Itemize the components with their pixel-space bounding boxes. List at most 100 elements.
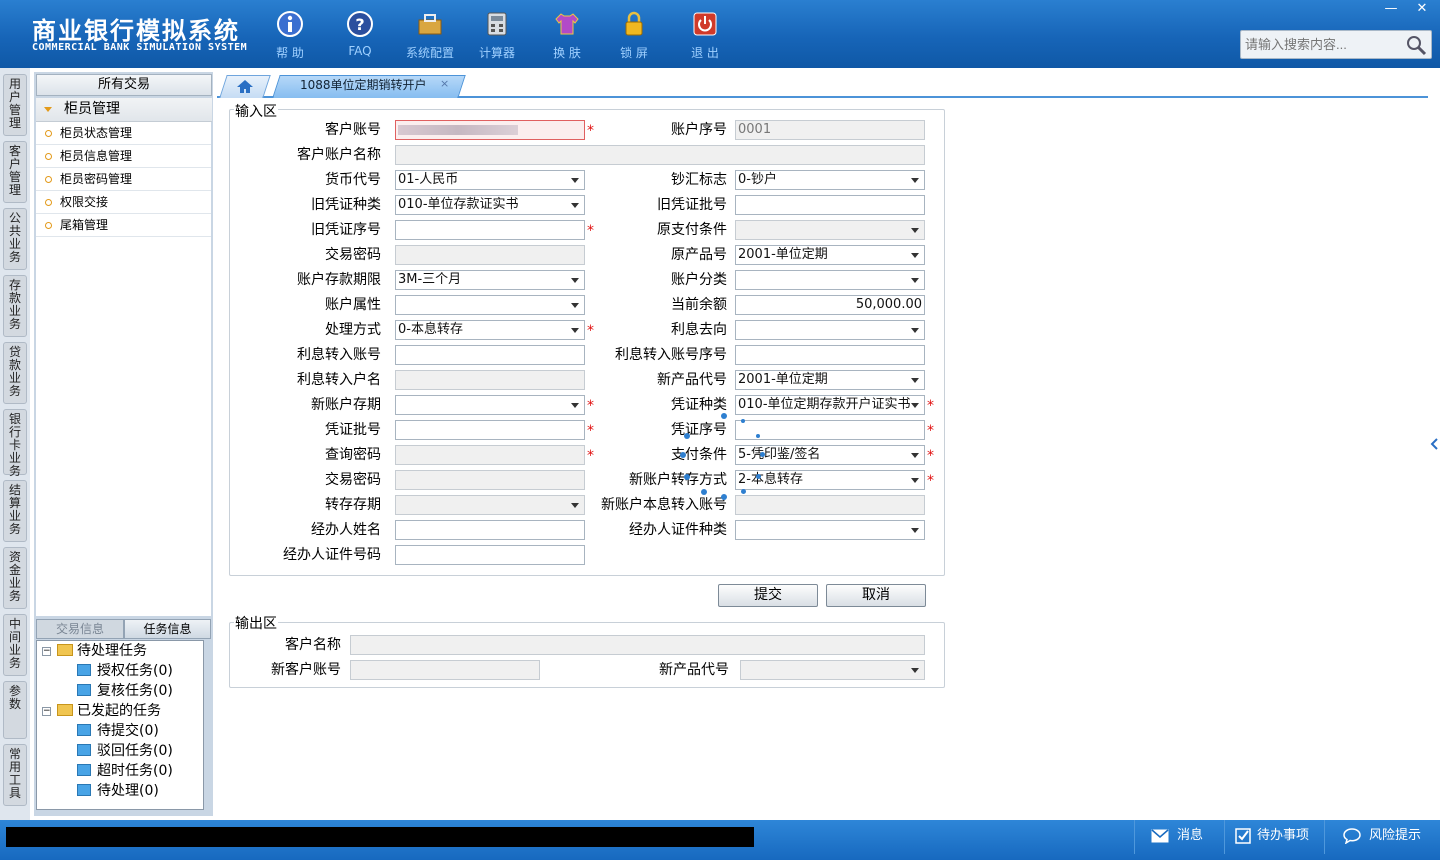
sidebar-header[interactable]: 所有交易	[36, 74, 212, 96]
interest-dest-select[interactable]	[735, 320, 925, 340]
required-mark: *	[927, 473, 934, 489]
tab-task-info[interactable]: 任务信息	[124, 619, 211, 639]
sidebar-item-tail-box[interactable]: 尾箱管理	[36, 214, 211, 237]
tab-transaction-info[interactable]: 交易信息	[36, 619, 124, 639]
cancel-button[interactable]: 取消	[826, 584, 926, 607]
sidebar-item-permission-handover[interactable]: 权限交接	[36, 191, 211, 214]
sidebar-item-teller-password[interactable]: 柜员密码管理	[36, 168, 211, 191]
vtab-card-business[interactable]: 银行卡业务	[3, 409, 27, 478]
new-transfer-mode-select[interactable]: 2-本息转存	[735, 470, 925, 490]
sidebar-item-teller-info[interactable]: 柜员信息管理	[36, 145, 211, 168]
calculator-icon	[487, 12, 507, 36]
label-int-in-acct: 利息转入账号	[297, 347, 381, 363]
todo-button[interactable]: 待办事项	[1224, 820, 1324, 854]
tree-node-rejected[interactable]: 驳回任务(0)	[77, 741, 173, 761]
vtab-deposit-business[interactable]: 存款业务	[3, 275, 27, 337]
folder-icon	[57, 704, 73, 716]
acct-class-select[interactable]	[735, 270, 925, 290]
search-input[interactable]	[1241, 31, 1401, 58]
old-voucher-seq-input[interactable]	[395, 220, 585, 240]
tree-node-review-tasks[interactable]: 复核任务(0)	[77, 681, 173, 701]
output-new-product-select	[740, 660, 925, 680]
cash-flag-select[interactable]: 0-钞户	[735, 170, 925, 190]
calculator-button[interactable]: 计算器	[465, 8, 529, 61]
vtab-settlement-business[interactable]: 结算业务	[3, 480, 27, 542]
sidebar-group-teller-mgmt[interactable]: 柜员管理	[36, 98, 212, 122]
vtab-user-mgmt[interactable]: 用户管理	[3, 74, 27, 136]
vtab-fund-business[interactable]: 资金业务	[3, 547, 27, 609]
new-term-select[interactable]	[395, 395, 585, 415]
collapse-arrow-icon[interactable]	[1430, 438, 1438, 450]
tree-node-to-submit[interactable]: 待提交(0)	[77, 721, 159, 741]
toolbox-icon	[418, 14, 442, 35]
collapse-icon[interactable]: −	[42, 707, 51, 716]
voucher-seq-input[interactable]	[735, 420, 925, 440]
old-voucher-type-select[interactable]: 010-单位存款证实书	[395, 195, 585, 215]
label-output-cust-name: 客户名称	[285, 637, 341, 653]
cur-balance-input[interactable]: 50,000.00	[735, 295, 925, 315]
acct-attr-select[interactable]	[395, 295, 585, 315]
tree-node-pending[interactable]: 待处理任务	[57, 641, 147, 661]
minimize-button[interactable]: —	[1376, 0, 1406, 18]
spinner-dot	[684, 474, 690, 480]
vtab-parameters[interactable]: 参数	[3, 681, 27, 739]
close-window-button[interactable]: ✕	[1407, 0, 1437, 18]
calculator-label: 计算器	[478, 46, 515, 60]
voucher-batch-input[interactable]	[395, 420, 585, 440]
skin-button[interactable]: 换 肤	[535, 8, 599, 61]
search-icon[interactable]	[1405, 34, 1427, 56]
mail-icon	[1151, 829, 1169, 843]
vtab-loan-business[interactable]: 贷款业务	[3, 342, 27, 404]
acct-seq-input: 0001	[735, 120, 925, 140]
int-in-acct-seq-input[interactable]	[735, 345, 925, 365]
agent-id-no-input[interactable]	[395, 545, 585, 565]
help-button[interactable]: 帮 助	[258, 8, 322, 61]
sidebar-item-teller-status[interactable]: 柜员状态管理	[36, 122, 211, 145]
label-agent-id-no: 经办人证件号码	[283, 547, 381, 563]
vtab-public-business[interactable]: 公共业务	[3, 208, 27, 270]
orig-product-select[interactable]: 2001-单位定期	[735, 245, 925, 265]
masked-value	[398, 125, 518, 135]
risk-alert-button[interactable]: 风险提示	[1324, 820, 1434, 854]
old-voucher-batch-input[interactable]	[735, 195, 925, 215]
svg-text:?: ?	[355, 15, 364, 34]
label-new-term: 新账户存期	[311, 397, 381, 413]
exit-button[interactable]: 退 出	[673, 8, 737, 61]
agent-id-type-select[interactable]	[735, 520, 925, 540]
vtab-intermediate-business[interactable]: 中间业务	[3, 614, 27, 676]
label-query-pwd: 查询密码	[325, 447, 381, 463]
cust-acct-input[interactable]	[395, 120, 585, 140]
tab-close-icon[interactable]: ×	[440, 77, 449, 90]
vtab-common-tools[interactable]: 常用工具	[3, 744, 27, 806]
spinner-dot	[741, 419, 745, 423]
lock-screen-button[interactable]: 锁 屏	[602, 8, 666, 61]
int-in-acct-input[interactable]	[395, 345, 585, 365]
agent-name-input[interactable]	[395, 520, 585, 540]
tree-node-to-process[interactable]: 待处理(0)	[77, 781, 159, 801]
sidebar-bottom-tabs: 交易信息 任务信息	[36, 619, 211, 639]
system-config-label: 系统配置	[405, 46, 454, 60]
messages-button[interactable]: 消息	[1134, 820, 1224, 854]
power-icon	[693, 12, 717, 36]
label-orig-product: 原产品号	[671, 247, 727, 263]
new-product-select[interactable]: 2001-单位定期	[735, 370, 925, 390]
deposit-term-select[interactable]: 3M-三个月	[395, 270, 585, 290]
spinner-dot	[680, 452, 686, 458]
currency-select[interactable]: 01-人民币	[395, 170, 585, 190]
faq-button[interactable]: ? FAQ	[328, 8, 392, 58]
submit-button[interactable]: 提交	[718, 584, 818, 607]
home-icon[interactable]	[236, 79, 254, 94]
tree-node-initiated[interactable]: 已发起的任务	[57, 701, 161, 721]
process-mode-select[interactable]: 0-本息转存	[395, 320, 585, 340]
system-config-button[interactable]: 系统配置	[398, 8, 462, 61]
task-icon	[77, 724, 91, 736]
faq-label: FAQ	[348, 44, 372, 58]
collapse-icon[interactable]: −	[42, 647, 51, 656]
label-output-new-cust-acct: 新客户账号	[271, 662, 341, 678]
tx-pwd-input	[395, 245, 585, 265]
vtab-customer-mgmt[interactable]: 客户管理	[3, 141, 27, 203]
voucher-type-select[interactable]: 010-单位定期存款开户证实书	[735, 395, 925, 415]
tree-node-auth-tasks[interactable]: 授权任务(0)	[77, 661, 173, 681]
task-icon	[77, 744, 91, 756]
tree-node-timeout[interactable]: 超时任务(0)	[77, 761, 173, 781]
